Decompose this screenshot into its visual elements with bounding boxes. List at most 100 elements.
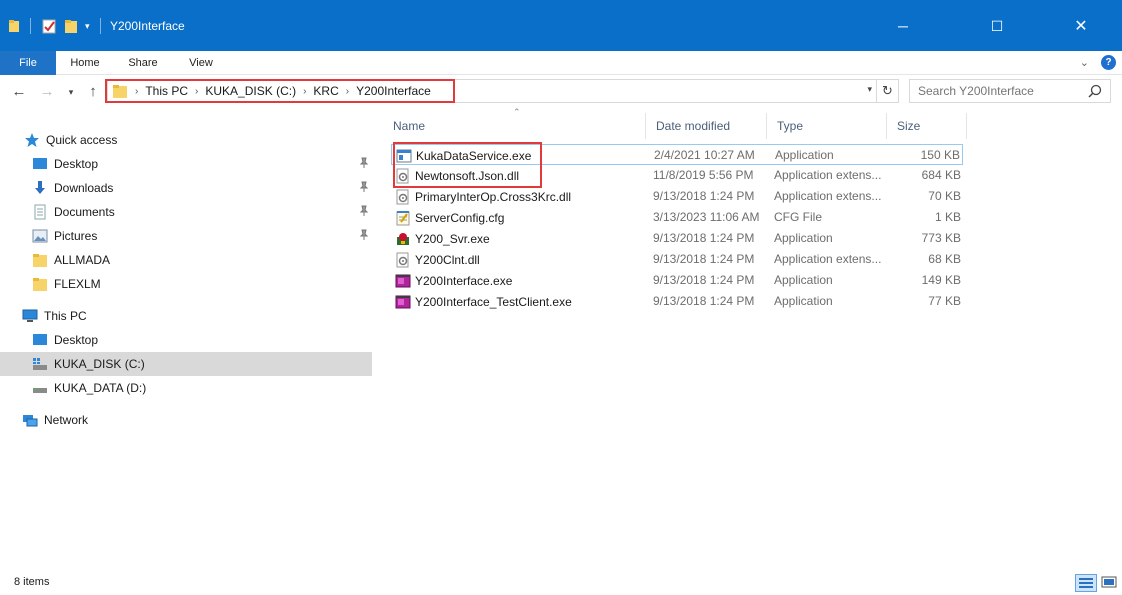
nav-label: This PC [44,309,87,323]
search-input[interactable] [910,80,1080,102]
download-arrow-icon [35,181,45,194]
nav-label: KUKA_DATA (D:) [54,381,147,395]
large-icons-view-icon [1101,576,1117,588]
desktop-icon [33,334,47,345]
close-button[interactable]: ✕ [1058,12,1104,40]
file-type: Application [774,294,833,308]
nav-label: Desktop [54,333,99,347]
tab-share[interactable]: Share [120,51,166,75]
pin-icon[interactable] [358,157,370,169]
file-date: 9/13/2018 1:24 PM [653,189,755,203]
minimize-button[interactable]: ─ [880,12,926,40]
file-date: 9/13/2018 1:24 PM [653,294,755,308]
file-row[interactable]: Y200Interface.exe 9/13/2018 1:24 PM Applic… [391,270,963,291]
back-arrow-icon[interactable]: ← [10,83,28,101]
file-row[interactable]: PrimaryInterOp.Cross3Krc.dll 9/13/2018 1:… [391,186,963,207]
file-name-cell: Y200Clnt.dll [395,249,480,270]
pin-icon[interactable] [358,229,370,241]
file-type: Application [774,231,833,245]
files-highlight-box [393,142,542,188]
forward-arrow-icon[interactable]: → [38,83,56,101]
file-name-cell: PrimaryInterOp.Cross3Krc.dll [395,186,571,207]
chevron-right-icon[interactable]: › [195,86,198,97]
details-view-button[interactable] [1075,574,1097,592]
toolbar-separator [99,18,101,34]
large-icons-view-button[interactable] [1099,574,1121,592]
nav-quick-allmada[interactable]: ALLMADA [0,248,372,272]
chevron-right-icon[interactable]: › [303,86,306,97]
pin-icon[interactable] [358,181,370,193]
drive-icon [33,388,47,393]
file-row[interactable]: ServerConfig.cfg 3/13/2023 11:06 AM CFG Fi… [391,207,963,228]
up-arrow-icon[interactable]: ↑ [84,83,102,101]
nav-label: Quick access [46,133,118,147]
breadcrumb-y200interface[interactable]: Y200Interface [356,84,431,98]
nav-quick-documents[interactable]: Documents [0,200,372,224]
properties-icon[interactable] [41,18,57,34]
file-size: 70 KB [928,189,961,203]
star-icon [25,133,39,147]
tab-home[interactable]: Home [62,51,108,75]
dll-gear-icon [396,252,409,267]
app-purple-icon [395,274,411,287]
nav-pc-kuka-data[interactable]: KUKA_DATA (D:) [0,376,372,400]
ribbon-tabs: File Home Share View ⌄ ? [0,51,1122,75]
nav-quick-downloads[interactable]: Downloads [0,176,372,200]
nav-label: FLEXLM [54,277,101,291]
nav-this-pc[interactable]: This PC [0,304,372,328]
help-icon[interactable]: ? [1101,55,1116,70]
search-icon[interactable] [1088,84,1102,98]
nav-pc-desktop[interactable]: Desktop [0,328,372,352]
desktop-icon [33,158,47,169]
details-view-icon [1079,578,1093,588]
tab-file[interactable]: File [0,51,56,75]
breadcrumb-kuka-disk[interactable]: KUKA_DISK (C:) [205,84,296,98]
file-name: Y200Interface.exe [415,273,513,288]
column-type[interactable]: Type [767,113,887,139]
nav-quick-desktop[interactable]: Desktop [0,152,372,176]
nav-pc-kuka-disk[interactable]: KUKA_DISK (C:) [0,352,372,376]
file-row[interactable]: Y200Interface_TestClient.exe 9/13/2018 1:… [391,291,963,312]
file-date: 9/13/2018 1:24 PM [653,273,755,287]
file-size: 1 KB [934,210,961,224]
file-date: 3/13/2023 11:06 AM [653,210,760,224]
file-name-cell: Y200Interface.exe [395,270,512,291]
breadcrumb-krc[interactable]: KRC [313,84,338,98]
maximize-button[interactable]: ☐ [974,12,1020,40]
file-row[interactable]: Y200Clnt.dll 9/13/2018 1:24 PM Application… [391,249,963,270]
address-dropdown-icon[interactable]: ▾ [867,84,872,95]
recent-locations-icon[interactable]: ▾ [62,83,80,101]
column-name[interactable]: Name [383,113,646,139]
title-bar: ▾ Y200Interface ─ ☐ ✕ [0,0,1122,51]
nav-quick-access[interactable]: Quick access [0,128,372,152]
chevron-right-icon[interactable]: › [346,86,349,97]
customize-toolbar-icon[interactable]: ▾ [85,21,90,32]
refresh-button[interactable]: ↻ [877,79,899,103]
status-bar: 8 items [0,571,1122,595]
nav-label: Pictures [54,229,98,243]
address-bar[interactable]: › This PC › KUKA_DISK (C:) › KRC › Y200I… [105,79,877,103]
expand-ribbon-icon[interactable]: ⌄ [1080,56,1089,69]
chevron-right-icon[interactable]: › [135,86,138,97]
file-size: 150 KB [920,148,960,162]
file-type: Application extens... [774,252,882,266]
column-date-modified[interactable]: Date modified [646,113,767,139]
tab-view[interactable]: View [178,51,224,75]
search-box[interactable] [909,79,1111,103]
new-folder-icon[interactable] [63,18,79,34]
file-size: 773 KB [921,231,961,245]
file-row[interactable]: Y200_Svr.exe 9/13/2018 1:24 PM Application… [391,228,963,249]
column-size[interactable]: Size [887,113,967,139]
nav-quick-flexlm[interactable]: FLEXLM [0,272,372,296]
nav-label: Downloads [54,181,114,195]
file-type: Application extens... [774,168,882,182]
nav-quick-pictures[interactable]: Pictures [0,224,372,248]
nav-network[interactable]: Network [0,408,372,432]
pin-icon[interactable] [358,205,370,217]
breadcrumb-this-pc[interactable]: This PC [145,84,188,98]
file-size: 68 KB [928,252,961,266]
network-icon [23,415,38,427]
nav-label: Desktop [54,157,99,171]
file-name: Y200Clnt.dll [415,252,480,267]
nav-label: KUKA_DISK (C:) [54,357,145,371]
